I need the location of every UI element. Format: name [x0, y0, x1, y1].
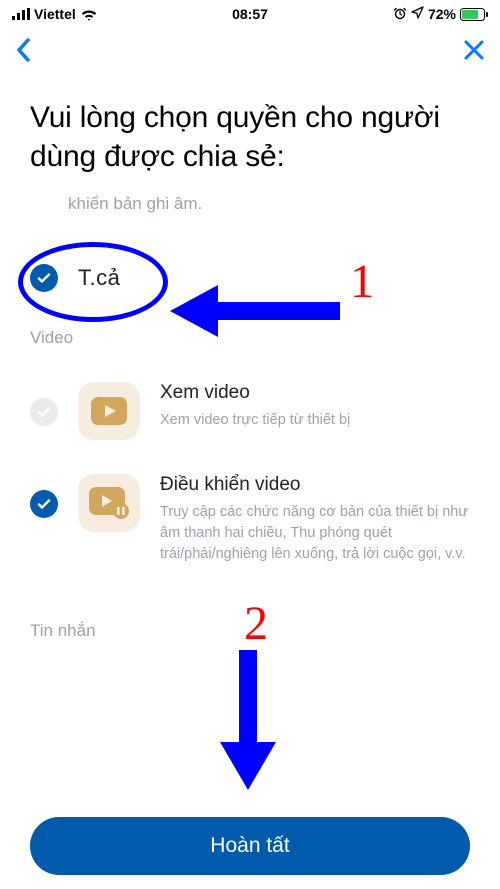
perm-view-video[interactable]: Xem video Xem video trực tiếp từ thiết b…	[30, 382, 470, 440]
location-icon	[411, 6, 424, 22]
status-left: Viettel	[12, 6, 98, 22]
back-button[interactable]	[14, 36, 34, 64]
view-video-desc: Xem video trực tiếp từ thiết bị	[160, 410, 470, 431]
control-video-title: Điều khiển video	[160, 474, 470, 496]
content-area: Vui lòng chọn quyền cho người dùng được …	[0, 72, 500, 697]
battery-icon	[460, 8, 488, 21]
wifi-icon	[80, 8, 98, 21]
select-all-checkbox[interactable]	[30, 264, 58, 292]
messages-row-placeholder	[30, 667, 470, 697]
battery-percent: 72%	[428, 6, 456, 22]
signal-icon	[12, 8, 30, 20]
done-label: Hoàn tất	[210, 834, 289, 858]
status-right: 72%	[393, 6, 488, 23]
done-button[interactable]: Hoàn tất	[30, 817, 470, 875]
page-title: Vui lòng chọn quyền cho người dùng được …	[30, 98, 470, 176]
page-subtext: khiển bản ghi âm.	[68, 194, 470, 214]
nav-bar	[0, 28, 500, 72]
perm-control-video[interactable]: Điều khiển video Truy cập các chức năng …	[30, 474, 470, 565]
close-button[interactable]	[462, 38, 486, 62]
carrier-label: Viettel	[34, 6, 76, 22]
status-bar: Viettel 08:57 72%	[0, 0, 500, 28]
play-video-icon	[78, 382, 140, 440]
alarm-icon	[393, 6, 407, 23]
view-video-checkbox[interactable]	[30, 398, 58, 426]
status-time: 08:57	[232, 6, 268, 22]
view-video-title: Xem video	[160, 382, 470, 404]
control-video-checkbox[interactable]	[30, 490, 58, 518]
control-video-icon	[78, 474, 140, 532]
control-video-desc: Truy cập các chức năng cơ bản của thiết …	[160, 502, 470, 565]
select-all-label: T.cả	[78, 265, 120, 291]
section-messages-label: Tin nhắn	[30, 621, 470, 641]
section-video-label: Video	[30, 328, 470, 348]
select-all-row[interactable]: T.cả	[30, 264, 470, 292]
